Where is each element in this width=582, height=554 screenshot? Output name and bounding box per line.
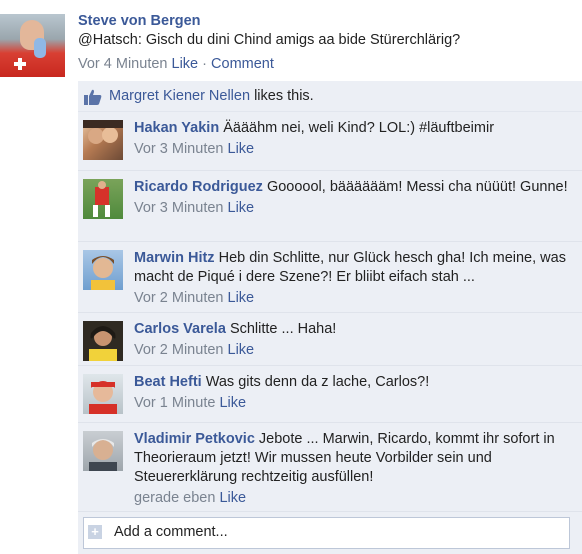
- likes-text: Margret Kiener Nellen likes this.: [109, 88, 314, 104]
- comment-author[interactable]: Ricardo Rodriguez: [134, 179, 263, 195]
- avatar-portrait-icon: [83, 120, 123, 144]
- comment-avatar[interactable]: [83, 250, 123, 290]
- post-meta: Vor 4 Minuten Like · Comment: [78, 56, 274, 72]
- post-time: Vor 4 Minuten: [78, 56, 168, 72]
- comment-body: Vladimir Petkovic Jebote ... Marwin, Ric…: [134, 430, 574, 508]
- comment-time: Vor 1 Minute: [134, 395, 216, 411]
- comment-avatar[interactable]: [83, 431, 123, 471]
- avatar-portrait-icon: [89, 439, 117, 471]
- comment-body: Ricardo Rodriguez Goooool, bääääääm! Mes…: [134, 178, 574, 218]
- likes-row: Margret Kiener Nellen likes this.: [78, 81, 582, 112]
- add-comment-area: + Add a comment...: [78, 512, 582, 554]
- comment-meta: Vor 2 Minuten Like: [134, 289, 574, 308]
- comment-author[interactable]: Vladimir Petkovic: [134, 431, 255, 447]
- comment-avatar[interactable]: [83, 120, 123, 160]
- comment-item: Ricardo Rodriguez Goooool, bääääääm! Mes…: [78, 171, 582, 242]
- avatar-glove: [34, 38, 46, 58]
- comment-item: Marwin Hitz Heb din Schlitte, nur Glück …: [78, 242, 582, 313]
- comment-text: Schlitte ... Haha!: [229, 321, 337, 337]
- comment-item: Vladimir Petkovic Jebote ... Marwin, Ric…: [78, 423, 582, 512]
- meta-separator: ·: [202, 56, 207, 72]
- add-comment-input[interactable]: + Add a comment...: [83, 517, 570, 549]
- comment-time: Vor 2 Minuten: [134, 342, 224, 358]
- comment-meta: gerade eben Like: [134, 489, 574, 508]
- comment-like-link[interactable]: Like: [219, 395, 246, 411]
- comment-like-link[interactable]: Like: [228, 200, 255, 216]
- comment-body: Marwin Hitz Heb din Schlitte, nur Glück …: [134, 249, 574, 308]
- comment-avatar[interactable]: [83, 374, 123, 414]
- avatar-portrait-icon: [89, 381, 117, 414]
- comment-text: Goooool, bääääääm! Messi cha nüüüt! Gunn…: [266, 179, 568, 195]
- comment-meta: Vor 2 Minuten Like: [134, 341, 574, 360]
- comment-avatar[interactable]: [83, 179, 123, 219]
- liker-name[interactable]: Margret Kiener Nellen: [109, 88, 250, 104]
- comment-time: Vor 2 Minuten: [134, 290, 224, 306]
- comment-author[interactable]: Carlos Varela: [134, 321, 226, 337]
- comment-body: Hakan Yakin Äääähm nei, weli Kind? LOL:)…: [134, 119, 574, 159]
- comment-like-link[interactable]: Like: [228, 290, 255, 306]
- comment-meta: Vor 3 Minuten Like: [134, 140, 574, 159]
- post-author-name[interactable]: Steve von Bergen: [78, 13, 201, 29]
- comment-time: Vor 3 Minuten: [134, 141, 224, 157]
- comment-meta: Vor 1 Minute Like: [134, 394, 574, 413]
- comment-avatar[interactable]: [83, 321, 123, 361]
- post-comment-link[interactable]: Comment: [211, 56, 274, 72]
- comment-item: Beat Hefti Was gits denn da z lache, Car…: [78, 366, 582, 423]
- add-icon: +: [88, 525, 102, 539]
- avatar-portrait-icon: [91, 256, 115, 290]
- comment-time: Vor 3 Minuten: [134, 200, 224, 216]
- post-text: @Hatsch: Gisch du dini Chind amigs aa bi…: [78, 32, 461, 48]
- comment-author[interactable]: Hakan Yakin: [134, 120, 219, 136]
- comment-author[interactable]: Marwin Hitz: [134, 250, 215, 266]
- post-like-link[interactable]: Like: [172, 56, 199, 72]
- post-author-avatar[interactable]: [0, 14, 65, 77]
- comment-like-link[interactable]: Like: [228, 342, 255, 358]
- comment-author[interactable]: Beat Hefti: [134, 374, 202, 390]
- avatar-player-icon: [89, 326, 117, 361]
- thumbs-up-icon: [84, 89, 102, 105]
- avatar-player-icon: [93, 181, 110, 217]
- add-comment-placeholder: Add a comment...: [114, 524, 228, 540]
- comment-body: Beat Hefti Was gits denn da z lache, Car…: [134, 373, 574, 413]
- comment-meta: Vor 3 Minuten Like: [134, 199, 574, 218]
- comment-time: gerade eben: [134, 490, 216, 506]
- comment-like-link[interactable]: Like: [219, 490, 246, 506]
- comment-item: Carlos Varela Schlitte ... Haha! Vor 2 M…: [78, 313, 582, 366]
- comment-item: Hakan Yakin Äääähm nei, weli Kind? LOL:)…: [78, 112, 582, 171]
- swiss-cross-icon-vertical: [18, 58, 22, 70]
- comment-text: Äääähm nei, weli Kind? LOL:) #läuftbeimi…: [223, 120, 495, 136]
- likes-suffix: likes this.: [254, 88, 314, 104]
- comment-text: Was gits denn da z lache, Carlos?!: [205, 374, 430, 390]
- comment-like-link[interactable]: Like: [228, 141, 255, 157]
- comment-body: Carlos Varela Schlitte ... Haha! Vor 2 M…: [134, 320, 574, 360]
